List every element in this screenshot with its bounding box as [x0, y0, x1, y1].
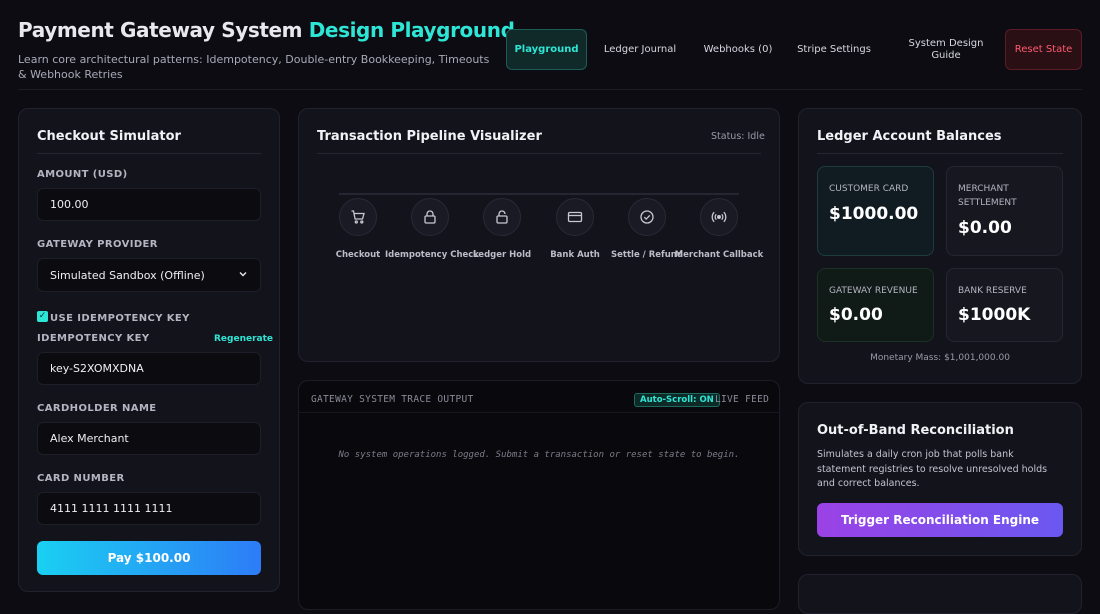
trace-divider — [299, 412, 779, 413]
monetary-mass: Monetary Mass: $1,001,000.00 — [870, 353, 1010, 363]
balance-label: BANK RESERVE — [958, 286, 1027, 296]
pipeline-status: Status: Idle — [711, 131, 765, 142]
nav-webhooks[interactable]: Webhooks (0) — [700, 29, 776, 70]
trace-empty-message: No system operations logged. Submit a tr… — [338, 450, 740, 460]
amount-input[interactable]: 100.00 — [37, 188, 261, 221]
pay-button[interactable]: Pay $100.00 — [37, 541, 261, 575]
idempotency-key-input[interactable]: key-S2XOMXDNA — [37, 352, 261, 385]
reset-state-button[interactable]: Reset State — [1005, 29, 1082, 70]
autoscroll-toggle[interactable]: Auto-Scroll: ON — [634, 393, 720, 407]
ledger-divider — [817, 153, 1063, 154]
idempotency-key-label: IDEMPOTENCY KEY — [37, 333, 150, 344]
use-idempotency-label: USE IDEMPOTENCY KEY — [50, 313, 190, 324]
reconciliation-title: Out-of-Band Reconciliation — [817, 423, 1014, 438]
reconciliation-description: Simulates a daily cron job that polls ba… — [817, 449, 1048, 489]
balance-value: $0.00 — [829, 305, 883, 325]
next-card-partial — [798, 574, 1082, 614]
live-feed-label: LIVE FEED — [715, 394, 770, 405]
balance-value: $1000.00 — [829, 204, 919, 224]
checkout-title: Checkout Simulator — [37, 129, 181, 144]
balance-value: $0.00 — [958, 218, 1012, 238]
check-circle-icon — [628, 198, 666, 236]
trace-output-panel[interactable] — [298, 380, 780, 610]
checkout-divider — [37, 153, 261, 154]
pipeline-visualizer-card — [298, 108, 780, 362]
balance-value: $1000K — [958, 305, 1031, 325]
card-icon — [556, 198, 594, 236]
page-title: Payment Gateway System Design Playground — [18, 18, 515, 42]
amount-label: AMOUNT (USD) — [37, 169, 128, 180]
trace-title: GATEWAY SYSTEM TRACE OUTPUT — [311, 394, 474, 405]
provider-value: Simulated Sandbox (Offline) — [50, 268, 205, 282]
provider-label: GATEWAY PROVIDER — [37, 239, 158, 250]
pipeline-divider — [317, 153, 761, 154]
lock-icon — [411, 198, 449, 236]
title-highlight: Design Playground — [308, 18, 515, 42]
pipeline-title: Transaction Pipeline Visualizer — [317, 129, 542, 144]
title-main: Payment Gateway System — [18, 18, 303, 42]
header-divider — [18, 89, 1082, 90]
nav-ledger-journal[interactable]: Ledger Journal — [602, 29, 678, 70]
merchant-settlement-balance — [946, 166, 1063, 256]
cardholder-label: CARDHOLDER NAME — [37, 403, 157, 414]
use-idempotency-row: ✓ USE IDEMPOTENCY KEY — [37, 308, 190, 324]
nav-system-design-guide[interactable]: System Design Guide — [903, 29, 989, 70]
regenerate-key-button[interactable]: Regenerate — [214, 334, 273, 344]
pipeline-track — [339, 193, 739, 195]
use-idempotency-checkbox[interactable]: ✓ — [37, 310, 48, 322]
cart-icon — [339, 198, 377, 236]
cardholder-name-input[interactable]: Alex Merchant — [37, 422, 261, 455]
chevron-down-icon — [238, 269, 248, 282]
card-number-label: CARD NUMBER — [37, 473, 125, 484]
nav-stripe-settings[interactable]: Stripe Settings — [796, 29, 872, 70]
trigger-reconciliation-button[interactable]: Trigger Reconciliation Engine — [817, 503, 1063, 537]
ledger-title: Ledger Account Balances — [817, 129, 1002, 144]
card-number-input[interactable]: 4111 1111 1111 1111 — [37, 492, 261, 525]
balance-label: GATEWAY REVENUE — [829, 286, 918, 296]
page-subtitle: Learn core architectural patterns: Idemp… — [18, 53, 490, 81]
balance-label: MERCHANT SETTLEMENT — [958, 184, 1017, 208]
step-label-merchant-callback: Merchant Callback — [674, 250, 764, 260]
broadcast-icon — [700, 198, 738, 236]
lock-open-icon — [483, 198, 521, 236]
balance-label: CUSTOMER CARD — [829, 184, 909, 194]
gateway-provider-select[interactable]: Simulated Sandbox (Offline) — [37, 258, 261, 292]
nav-playground[interactable]: Playground — [506, 29, 587, 70]
